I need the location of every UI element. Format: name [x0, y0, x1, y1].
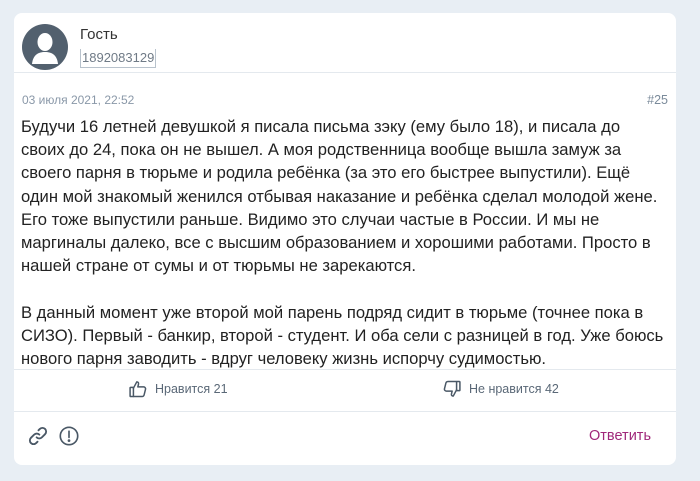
- comment-card: Гость 1892083129 03 июля 2021, 22:52 #25…: [14, 13, 676, 465]
- dislike-label: Не нравится 42: [469, 382, 559, 396]
- author-info: Гость 1892083129: [80, 25, 157, 68]
- link-icon: [28, 426, 48, 446]
- comment-paragraph: Будучи 16 летней девушкой я писала письм…: [21, 117, 658, 276]
- header-divider: [14, 72, 676, 73]
- reactions-bar: Нравится 21 Не нравится 42: [14, 370, 676, 410]
- avatar[interactable]: [22, 24, 68, 70]
- comment-footer: Ответить: [14, 412, 676, 462]
- author-block: Гость 1892083129: [22, 19, 157, 75]
- copy-link-button[interactable]: [27, 425, 49, 452]
- author-name[interactable]: Гость: [80, 25, 156, 45]
- comment-number[interactable]: #25: [647, 93, 668, 107]
- user-silhouette-icon: [32, 33, 58, 64]
- comment-meta: 03 июля 2021, 22:52 #25: [22, 93, 668, 107]
- exclamation-circle-icon: [59, 426, 79, 446]
- like-button[interactable]: Нравится 21: [128, 379, 228, 399]
- comment-body: Будучи 16 летней девушкой я писала письм…: [21, 115, 666, 370]
- reply-button[interactable]: Ответить: [589, 428, 651, 444]
- like-label: Нравится 21: [155, 382, 228, 396]
- thumbs-down-icon: [443, 380, 461, 397]
- dislike-button[interactable]: Не нравится 42: [442, 379, 559, 399]
- comment-date: 03 июля 2021, 22:52: [22, 93, 135, 107]
- comment-paragraph: В данный момент уже второй мой парень по…: [21, 302, 664, 369]
- author-id: 1892083129: [80, 48, 157, 68]
- report-button[interactable]: [58, 425, 80, 452]
- thumbs-up-icon: [129, 381, 147, 398]
